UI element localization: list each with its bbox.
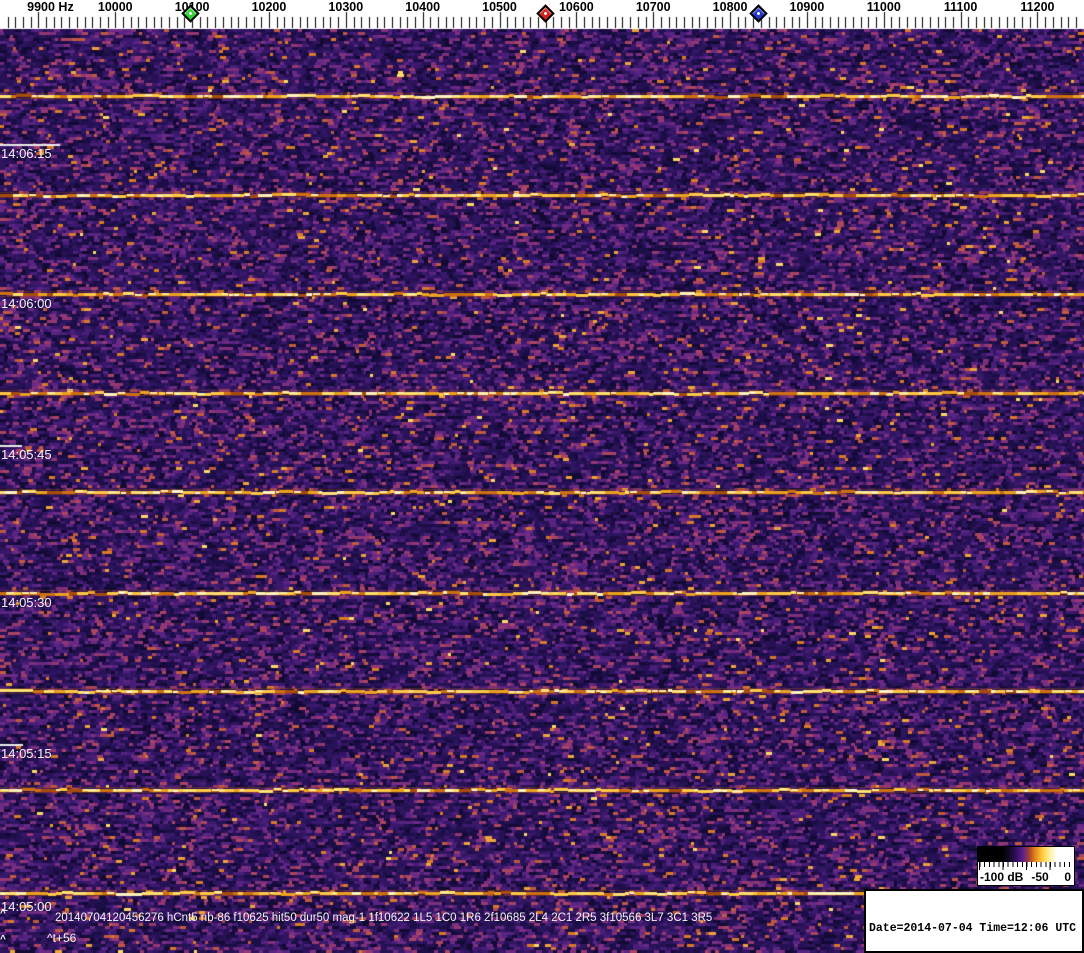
- intensity-scale-labels: -100 dB -50 0: [978, 870, 1074, 884]
- intensity-scale: -100 dB -50 0: [977, 846, 1075, 886]
- station-info-box: Date=2014-07-04 Time=12:06 UTC Freq=143 …: [864, 889, 1084, 953]
- time-label: 14:05:00: [1, 899, 52, 914]
- scale-label-max: 0: [1064, 870, 1071, 884]
- edge-caret-mark: ^: [0, 934, 6, 945]
- scale-label-mid: -50: [1031, 870, 1049, 884]
- intensity-scale-ticks: [979, 862, 1073, 870]
- time-label: 14:05:15: [1, 746, 52, 761]
- time-label: 14:06:00: [1, 296, 52, 311]
- edge-caret-mark: ^: [0, 908, 6, 919]
- scale-label-min: -100 dB: [980, 870, 1024, 884]
- time-label: 14:05:45: [1, 447, 52, 462]
- time-label: 14:06:15: [1, 146, 52, 161]
- time-label: 14:05:30: [1, 595, 52, 610]
- app-root: 9900 Hz100001010010200103001040010500106…: [0, 0, 1084, 953]
- detection-log-text: 20140704120456276 hCnt5 nb-86 f10625 hit…: [55, 912, 713, 924]
- cursor-status-text: ^t+56: [47, 931, 77, 945]
- spectrogram-canvas: [0, 0, 1084, 953]
- info-date-time: Date=2014-07-04 Time=12:06 UTC: [869, 922, 1077, 935]
- intensity-gradient-bar: [978, 847, 1074, 862]
